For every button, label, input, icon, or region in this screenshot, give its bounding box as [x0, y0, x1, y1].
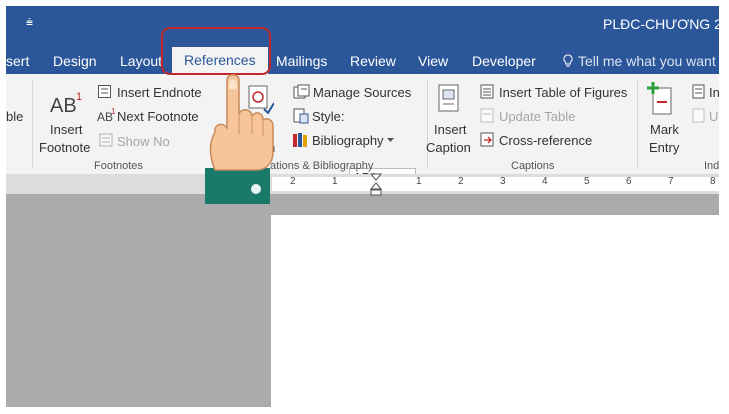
tell-me-text: Tell me what you want t	[578, 53, 719, 69]
insert-index-icon	[692, 84, 705, 99]
svg-text:AB: AB	[50, 95, 77, 116]
chevron-down-icon	[387, 138, 395, 142]
bibliography-label: Bibliography	[312, 133, 384, 148]
style-icon	[293, 108, 309, 124]
update-table-icon	[480, 108, 494, 123]
tab-layout[interactable]: Layout	[120, 48, 162, 74]
references-highlight-ring	[161, 27, 271, 75]
lightbulb-icon	[563, 54, 573, 67]
show-notes-icon	[99, 133, 113, 147]
next-footnote-icon: AB 1	[97, 108, 115, 123]
ruler-mark: 6	[626, 176, 632, 187]
insert-table-of-figures-button[interactable]: Insert Table of Figures	[499, 85, 627, 100]
cross-reference-icon	[480, 132, 494, 147]
references-ribbon: ble AB 1 Insert Footnote Insert Endnote …	[6, 74, 719, 188]
tab-view[interactable]: View	[418, 48, 448, 74]
mark-entry-button-line2[interactable]: Entry	[649, 140, 679, 155]
tab-design[interactable]: Design	[53, 48, 97, 74]
word-window: ⩧ PLĐC-CHƯƠNG 2-L sert Design Layout Ref…	[6, 6, 719, 407]
tab-developer[interactable]: Developer	[472, 48, 536, 74]
svg-text:1: 1	[111, 108, 115, 116]
svg-text:1: 1	[76, 91, 82, 103]
document-title: PLĐC-CHƯƠNG 2-L	[603, 16, 719, 32]
ruler-text-area	[272, 177, 719, 191]
ruler-mark: 1	[416, 176, 422, 187]
next-footnote-button[interactable]: Next Footnote	[117, 109, 199, 124]
tab-review[interactable]: Review	[350, 48, 396, 74]
insert-caption-button-line1[interactable]: Insert	[434, 122, 467, 137]
manage-sources-button[interactable]: Manage Sources	[313, 85, 411, 100]
mark-entry-icon	[647, 82, 672, 115]
ruler-mark: 2	[458, 176, 464, 187]
insert-footnote-button-line2[interactable]: Footnote	[39, 140, 90, 155]
insert-footnote-icon: AB 1	[50, 91, 82, 116]
manage-sources-icon	[293, 84, 310, 99]
insert-endnote-button[interactable]: Insert Endnote	[117, 85, 202, 100]
tab-insert[interactable]: sert	[6, 48, 29, 74]
ruler-mark: 2	[290, 176, 296, 187]
title-bar: ⩧ PLĐC-CHƯƠNG 2-L	[6, 6, 719, 42]
cross-reference-button[interactable]: Cross-reference	[499, 133, 592, 148]
bibliography-icon	[293, 133, 307, 147]
citations-group-label: ations & Bibliography	[270, 160, 374, 172]
pointing-hand-icon	[205, 74, 274, 204]
tab-mailings[interactable]: Mailings	[276, 48, 327, 74]
ruler-mark: 8	[710, 176, 716, 187]
captions-group-label: Captions	[511, 160, 555, 172]
style-label: Style:	[312, 109, 345, 124]
ruler-mark: 5	[584, 176, 590, 187]
ruler-mark: 7	[668, 176, 674, 187]
tell-me-box[interactable]: Tell me what you want t	[562, 48, 719, 74]
update-index-icon	[692, 108, 705, 123]
indent-marker-icon[interactable]	[370, 173, 382, 197]
ruler-mark: 4	[542, 176, 548, 187]
insert-caption-button-line2[interactable]: Caption	[426, 140, 471, 155]
group-separator	[32, 80, 33, 168]
footnotes-group-label: Footnotes	[94, 160, 143, 172]
ribbon-tab-bar: sert Design Layout References Mailings R…	[6, 42, 719, 74]
document-page[interactable]	[271, 215, 719, 407]
quick-access-toolbar-icon[interactable]: ⩧	[26, 15, 33, 30]
ruler-mark: 3	[500, 176, 506, 187]
horizontal-ruler[interactable]	[6, 174, 719, 194]
insert-footnote-button-line1[interactable]: Insert	[50, 122, 83, 137]
show-notes-button[interactable]: Show No	[117, 134, 170, 149]
mark-entry-button-line1[interactable]: Mark	[650, 122, 679, 137]
ruler-mark: 1	[332, 176, 338, 187]
index-group-label: Ind	[704, 160, 719, 172]
insert-table-of-figures-icon	[480, 84, 494, 99]
group-separator	[637, 80, 638, 168]
update-index-partial[interactable]: Up	[709, 109, 719, 124]
insert-caption-icon	[438, 84, 459, 112]
insert-endnote-icon	[98, 85, 111, 98]
insert-index-partial[interactable]: In	[709, 85, 719, 100]
table-of-contents-partial[interactable]: ble	[6, 109, 23, 124]
bibliography-button[interactable]: Bibliography	[312, 133, 395, 148]
update-table-button[interactable]: Update Table	[499, 109, 575, 124]
